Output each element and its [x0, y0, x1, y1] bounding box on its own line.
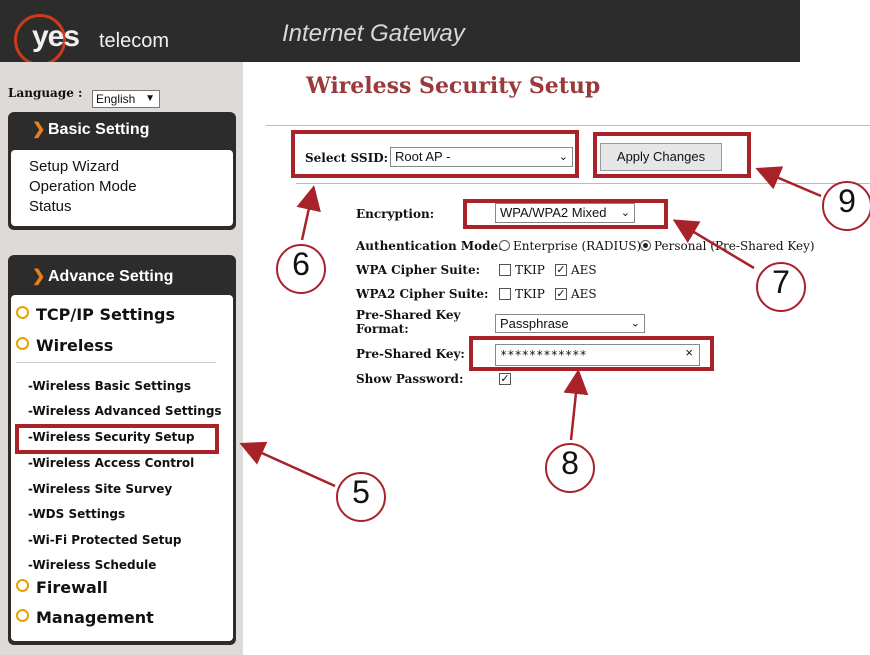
- annotation-5: 5: [336, 472, 386, 522]
- psk-format-value: Passphrase: [500, 316, 569, 331]
- sidebar-item-wireless-advanced[interactable]: -Wireless Advanced Settings: [28, 404, 222, 418]
- header-bar: yes telecom Internet Gateway: [0, 0, 800, 66]
- basic-setting-header[interactable]: ❯ Basic Setting: [8, 112, 236, 148]
- psk-format-select[interactable]: Passphrase ⌄: [495, 314, 645, 333]
- group-label: Firewall: [36, 578, 108, 597]
- language-select[interactable]: English ▼: [92, 90, 160, 108]
- annotation-8: 8: [545, 443, 595, 493]
- basic-setting-panel: ❯ Basic Setting Setup Wizard Operation M…: [8, 112, 236, 230]
- advance-setting-title: Advance Setting: [48, 268, 174, 285]
- wpa2-aes-label: AES: [571, 287, 597, 301]
- arrow-5: [239, 441, 336, 488]
- highlight-box-psk: [469, 336, 714, 371]
- highlight-box-apply: [593, 132, 751, 178]
- annotation-6: 6: [276, 244, 326, 294]
- chevron-down-icon: ⌄: [630, 317, 640, 329]
- auth-personal-label: Personal (Pre-Shared Key): [654, 239, 815, 253]
- sidebar-item-wireless-schedule[interactable]: -Wireless Schedule: [28, 558, 156, 572]
- bullet-icon: [16, 337, 29, 350]
- sidebar-group-wireless[interactable]: Wireless: [16, 336, 113, 355]
- sidebar-item-wireless-access-control[interactable]: -Wireless Access Control: [28, 456, 194, 470]
- wpa2-tkip-checkbox[interactable]: [499, 288, 511, 300]
- annotation-9: 9: [822, 181, 870, 231]
- wpa-aes-label: AES: [571, 263, 597, 277]
- highlight-box-security-setup: [15, 424, 219, 454]
- language-value: English: [96, 92, 136, 106]
- language-label: Language :: [8, 86, 83, 100]
- auth-enterprise-radio[interactable]: [499, 240, 510, 251]
- psk-format-label-2: Format:: [356, 322, 409, 336]
- wpa-aes-checkbox[interactable]: ✓: [555, 264, 567, 276]
- wpa2-cipher-label: WPA2 Cipher Suite:: [356, 287, 489, 301]
- wpa2-tkip-label: TKIP: [515, 287, 545, 301]
- psk-format-label: Pre-Shared Key: [356, 308, 461, 322]
- group-label: Wireless: [36, 336, 114, 355]
- bullet-icon: [16, 579, 29, 592]
- psk-label: Pre-Shared Key:: [356, 347, 465, 361]
- sidebar-group-firewall[interactable]: Firewall: [16, 578, 108, 597]
- sidebar-item-wds-settings[interactable]: -WDS Settings: [28, 507, 125, 521]
- logo-yes-text: yes: [32, 20, 80, 53]
- encryption-label: Encryption:: [356, 207, 435, 221]
- annotation-7: 7: [756, 262, 806, 312]
- divider: [296, 183, 870, 184]
- sidebar-group-tcpip[interactable]: TCP/IP Settings: [16, 305, 175, 324]
- chevron-down-icon: ▼: [145, 93, 155, 104]
- bullet-icon: [16, 609, 29, 622]
- arrow-6: [296, 185, 321, 241]
- sidebar-group-management[interactable]: Management: [16, 608, 154, 627]
- arrow-right-icon: ❯: [32, 121, 46, 138]
- gateway-title: Internet Gateway: [282, 20, 465, 47]
- group-label: Management: [36, 608, 154, 627]
- basic-setting-title: Basic Setting: [48, 121, 150, 138]
- show-password-checkbox[interactable]: ✓: [499, 373, 511, 385]
- basic-setting-list: Setup Wizard Operation Mode Status: [11, 150, 233, 226]
- sidebar-item-operation-mode[interactable]: Operation Mode: [29, 178, 137, 195]
- header-blank-area: [800, 0, 870, 62]
- auth-mode-label: Authentication Mode:: [356, 239, 503, 253]
- wpa2-aes-checkbox[interactable]: ✓: [555, 288, 567, 300]
- sidebar-item-setup-wizard[interactable]: Setup Wizard: [29, 158, 119, 175]
- auth-personal-radio[interactable]: [640, 240, 651, 251]
- logo-telecom-text: telecom: [99, 30, 170, 52]
- arrow-8: [563, 369, 589, 441]
- highlight-box-ssid: [291, 130, 579, 178]
- wpa-tkip-label: TKIP: [515, 263, 545, 277]
- show-password-label: Show Password:: [356, 372, 464, 386]
- wpa-tkip-checkbox[interactable]: [499, 264, 511, 276]
- group-label: TCP/IP Settings: [36, 305, 175, 324]
- highlight-box-encryption: [463, 199, 668, 229]
- page-title: Wireless Security Setup: [306, 73, 601, 99]
- brand-logo: yes telecom: [10, 6, 240, 66]
- bullet-icon: [16, 306, 29, 319]
- divider: [266, 125, 870, 126]
- sidebar-item-wifi-protected-setup[interactable]: -Wi-Fi Protected Setup: [28, 533, 182, 547]
- auth-enterprise-label: Enterprise (RADIUS): [513, 239, 642, 253]
- sidebar-item-status[interactable]: Status: [29, 198, 72, 215]
- sidebar-item-wireless-basic[interactable]: -Wireless Basic Settings: [28, 379, 191, 393]
- advance-setting-header[interactable]: ❯ Advance Setting: [8, 255, 236, 299]
- wpa-cipher-label: WPA Cipher Suite:: [356, 263, 481, 277]
- sidebar-item-wireless-site-survey[interactable]: -Wireless Site Survey: [28, 482, 172, 496]
- arrow-right-icon: ❯: [32, 268, 46, 285]
- divider: [16, 362, 216, 363]
